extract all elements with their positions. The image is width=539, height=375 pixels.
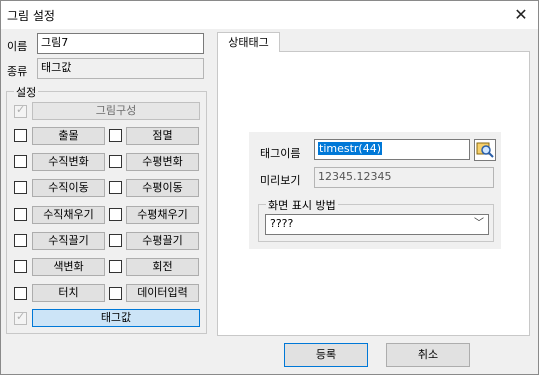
checkbox-vertical-change[interactable]	[14, 155, 27, 168]
chevron-down-icon: ﹀	[474, 218, 484, 229]
checkbox-horizontal-move[interactable]	[109, 181, 122, 194]
tag-name-value: timestr(44)	[318, 142, 382, 155]
color-change-button[interactable]: 색변화	[32, 258, 105, 276]
tab-status-tag[interactable]: 상태태그	[217, 32, 280, 52]
checkbox-horizontal-change[interactable]	[109, 155, 122, 168]
horizontal-fill-button[interactable]: 수평채우기	[126, 206, 199, 224]
horizontal-drag-button[interactable]: 수평끌기	[126, 232, 199, 250]
appear-button[interactable]: 출몰	[32, 127, 105, 145]
display-method-value: ????	[270, 217, 294, 230]
display-method-select[interactable]: ???? ﹀	[265, 214, 489, 235]
checkbox-horizontal-drag[interactable]	[109, 234, 122, 247]
checkbox-data-input[interactable]	[109, 287, 122, 300]
touch-button[interactable]: 터치	[32, 284, 105, 302]
checkbox-vertical-move[interactable]	[14, 181, 27, 194]
display-method-title: 화면 표시 방법	[266, 197, 338, 213]
window-title: 그림 설정	[7, 9, 55, 23]
vertical-change-button[interactable]: 수직변화	[32, 153, 105, 171]
checkbox-color-change[interactable]	[14, 260, 27, 273]
vertical-drag-button[interactable]: 수직끌기	[32, 232, 105, 250]
settings-group-title: 설정	[14, 84, 39, 100]
checkbox-picture-config: ✓	[14, 103, 27, 118]
name-label: 이름	[7, 40, 28, 53]
data-input-button[interactable]: 데이터입력	[126, 284, 199, 302]
vertical-fill-button[interactable]: 수직채우기	[32, 206, 105, 224]
tag-name-input[interactable]: timestr(44)	[314, 139, 470, 160]
tag-browse-button[interactable]	[474, 139, 496, 161]
checkbox-blink[interactable]	[109, 129, 122, 142]
checkbox-horizontal-fill[interactable]	[109, 208, 122, 221]
vertical-move-button[interactable]: 수직이동	[32, 179, 105, 197]
picture-config-button: 그림구성	[32, 102, 200, 120]
tag-name-label: 태그이름	[260, 147, 301, 160]
tag-browse-icon	[476, 142, 494, 158]
rotate-button[interactable]: 회전	[126, 258, 199, 276]
checkbox-touch[interactable]	[14, 287, 27, 300]
type-field: 태그값	[37, 58, 204, 79]
close-icon[interactable]: ✕	[510, 4, 532, 26]
checkbox-vertical-drag[interactable]	[14, 234, 27, 247]
ok-button[interactable]: 등록	[284, 343, 368, 367]
dialog-window: 그림 설정 ✕ 이름 그림7 종류 태그값 설정 ✓ 그림구성 출몰 점멸 수직…	[0, 0, 539, 375]
horizontal-move-button[interactable]: 수평이동	[126, 179, 199, 197]
checkbox-appear[interactable]	[14, 129, 27, 142]
preview-label: 미리보기	[260, 174, 301, 187]
horizontal-change-button[interactable]: 수평변화	[126, 153, 199, 171]
checkbox-vertical-fill[interactable]	[14, 208, 27, 221]
tag-value-button[interactable]: 태그값	[32, 309, 200, 327]
preview-field: 12345.12345	[314, 167, 494, 188]
cancel-button[interactable]: 취소	[386, 343, 470, 367]
name-input[interactable]: 그림7	[37, 33, 204, 54]
blink-button[interactable]: 점멸	[126, 127, 199, 145]
checkbox-tag-value: ✓	[14, 310, 27, 325]
checkbox-rotate[interactable]	[109, 260, 122, 273]
title-bar: 그림 설정 ✕	[1, 1, 538, 29]
type-label: 종류	[7, 65, 28, 78]
